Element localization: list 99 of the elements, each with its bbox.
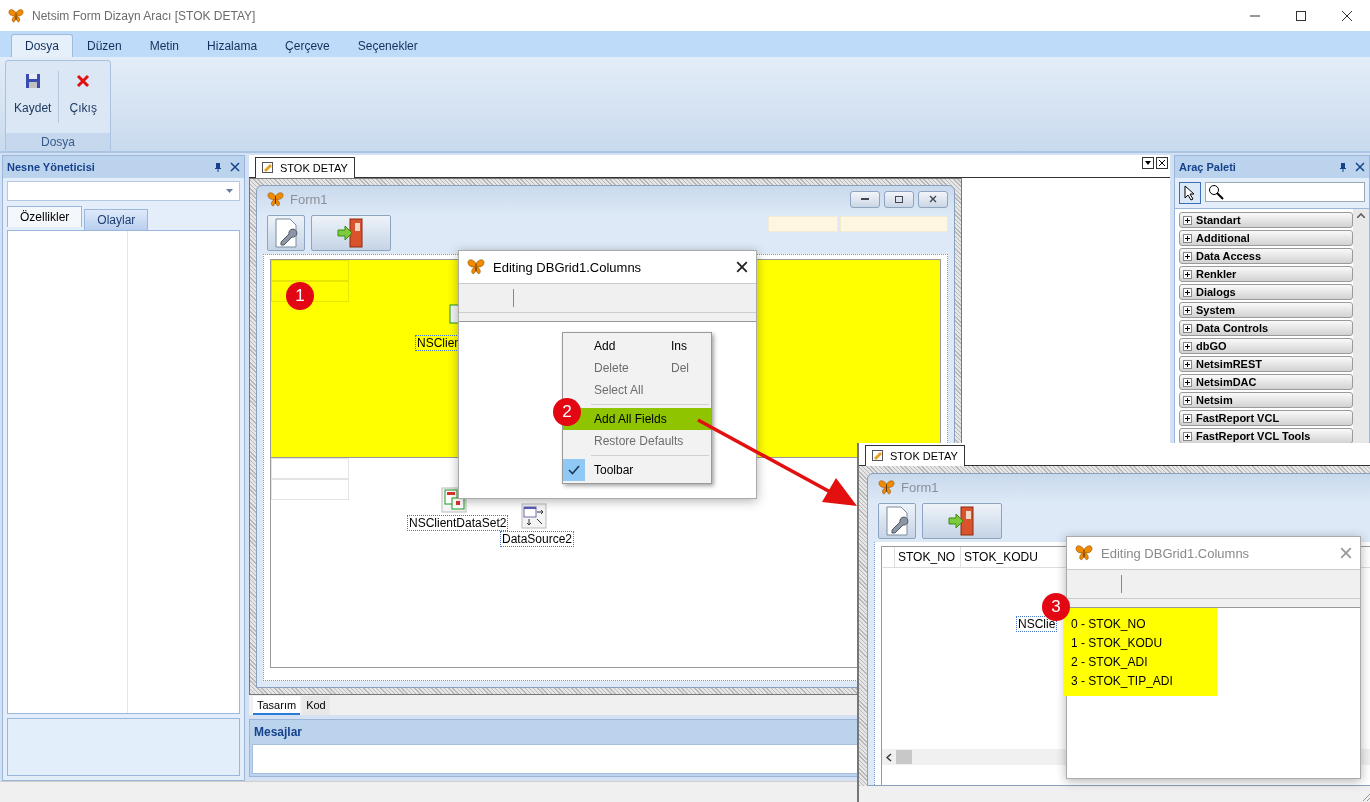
ribbon-tab[interactable]: Hizalama: [193, 34, 272, 57]
ribbon-tab[interactable]: Seçenekler: [343, 34, 432, 57]
form-icon: [262, 162, 274, 174]
designer-tab[interactable]: Tasarım: [253, 696, 301, 715]
menu-item[interactable]: Add Ins: [563, 335, 711, 357]
scroll-up-icon[interactable]: [1357, 213, 1365, 218]
check-icon: [568, 465, 580, 475]
close-icon[interactable]: [230, 162, 240, 172]
expand-icon: [1183, 413, 1192, 423]
palette-category[interactable]: NetsimREST: [1179, 356, 1353, 372]
expand-icon: [1183, 251, 1192, 261]
inspector-tab[interactable]: Olaylar: [84, 209, 149, 230]
form-icon: [872, 450, 884, 462]
form-title: Form1: [901, 479, 939, 495]
window-title: Netsim Form Dizayn Aracı [STOK DETAY]: [32, 8, 256, 23]
menu-item[interactable]: Toolbar: [563, 459, 711, 481]
component-label: NSClie: [1016, 616, 1058, 632]
restore-button[interactable]: [884, 190, 914, 208]
palette-category[interactable]: Additional: [1179, 230, 1353, 246]
list-item[interactable]: 3 - STOK_TIP_ADI: [1071, 671, 1217, 690]
panel-title: Nesne Yöneticisi: [7, 161, 96, 173]
expand-icon: [1183, 395, 1192, 405]
door-exit-icon: [947, 505, 977, 537]
palette-category[interactable]: Data Controls: [1179, 320, 1353, 336]
expand-icon: [1183, 323, 1192, 333]
pin-icon[interactable]: [214, 162, 222, 172]
palette-category[interactable]: Standart: [1179, 212, 1353, 228]
butterfly-icon: [267, 190, 284, 208]
palette-category[interactable]: Renkler: [1179, 266, 1353, 282]
door-exit-icon: [336, 217, 366, 249]
settings-button[interactable]: [878, 503, 916, 539]
close-icon: [929, 195, 937, 203]
wrench-document-icon: [884, 506, 910, 536]
datasource-component-icon: [521, 503, 547, 529]
form-title: Form1: [290, 191, 328, 207]
palette-category[interactable]: Dialogs: [1179, 284, 1353, 300]
palette-category[interactable]: NetsimDAC: [1179, 374, 1353, 390]
list-item[interactable]: 2 - STOK_ADI: [1071, 652, 1217, 671]
wrench-document-icon: [273, 218, 299, 248]
restore-icon: [895, 195, 903, 203]
close-button[interactable]: [918, 190, 948, 208]
designer-tab[interactable]: Kod: [302, 696, 330, 715]
document-tab[interactable]: STOK DETAY: [255, 157, 355, 178]
expand-icon: [1183, 287, 1192, 297]
component-label: NSClientDataSet2: [407, 515, 509, 531]
ribbon-tab[interactable]: Dosya: [11, 34, 73, 57]
scroll-thumb[interactable]: [896, 750, 912, 764]
list-item[interactable]: 0 - STOK_NO: [1071, 614, 1217, 633]
dialog-title: Editing DBGrid1.Columns: [1101, 545, 1251, 561]
list-item[interactable]: 1 - STOK_KODU: [1071, 633, 1217, 652]
expand-icon: [1183, 269, 1192, 279]
expand-icon: [1183, 341, 1192, 351]
panel-title: Araç Paleti: [1179, 161, 1237, 173]
close-icon[interactable]: [1355, 162, 1365, 172]
minimize-button[interactable]: [850, 190, 880, 208]
butterfly-icon: [467, 258, 485, 276]
palette-category[interactable]: Data Access: [1179, 248, 1353, 264]
palette-category[interactable]: System: [1179, 302, 1353, 318]
cursor-icon: [1184, 185, 1196, 201]
butterfly-icon: [8, 7, 24, 24]
palette-category[interactable]: FastReport VCL: [1179, 410, 1353, 426]
palette-category[interactable]: Netsim: [1179, 392, 1353, 408]
search-field[interactable]: [1205, 182, 1365, 202]
ribbon-tab[interactable]: Düzen: [73, 34, 136, 57]
inspector-tab[interactable]: Özellikler: [7, 206, 83, 227]
butterfly-icon: [878, 478, 895, 496]
exit-button[interactable]: Çıkış: [58, 65, 108, 129]
butterfly-icon: [1075, 544, 1093, 562]
palette-category[interactable]: FastReport VCL Tools: [1179, 428, 1353, 444]
settings-button[interactable]: [267, 215, 305, 251]
palette-category[interactable]: dbGO: [1179, 338, 1353, 354]
save-button[interactable]: Kaydet: [8, 65, 58, 129]
dialog-title: Editing DBGrid1.Columns: [493, 259, 643, 275]
pin-icon[interactable]: [1339, 162, 1347, 172]
ribbon-tab[interactable]: Metin: [135, 34, 194, 57]
expand-icon: [1183, 431, 1192, 441]
expand-icon: [1183, 215, 1192, 225]
dropdown-arrow-icon: [226, 189, 233, 193]
expand-icon: [1183, 377, 1192, 387]
exit-button[interactable]: [922, 503, 1002, 539]
column-header: STOK_NO: [895, 547, 961, 567]
expand-icon: [1183, 233, 1192, 243]
close-icon[interactable]: [1156, 157, 1168, 169]
close-icon[interactable]: [736, 261, 748, 273]
expand-icon: [1183, 305, 1192, 315]
ribbon-tab[interactable]: Çerçeve: [271, 34, 344, 57]
component-label: DataSource2: [500, 531, 575, 547]
group-label: Dosya: [6, 133, 110, 151]
close-icon: [75, 73, 92, 89]
scroll-left-icon[interactable]: [886, 752, 892, 762]
exit-button[interactable]: [311, 215, 391, 251]
expand-icon: [1183, 359, 1192, 369]
document-tab[interactable]: STOK DETAY: [865, 445, 965, 466]
header-cell: [768, 216, 838, 232]
panel-title: Mesajlar: [253, 724, 304, 741]
dropdown-icon[interactable]: [1142, 157, 1154, 169]
pointer-button[interactable]: [1179, 182, 1201, 204]
search-icon: [1208, 184, 1224, 200]
minimize-icon: [861, 197, 869, 201]
